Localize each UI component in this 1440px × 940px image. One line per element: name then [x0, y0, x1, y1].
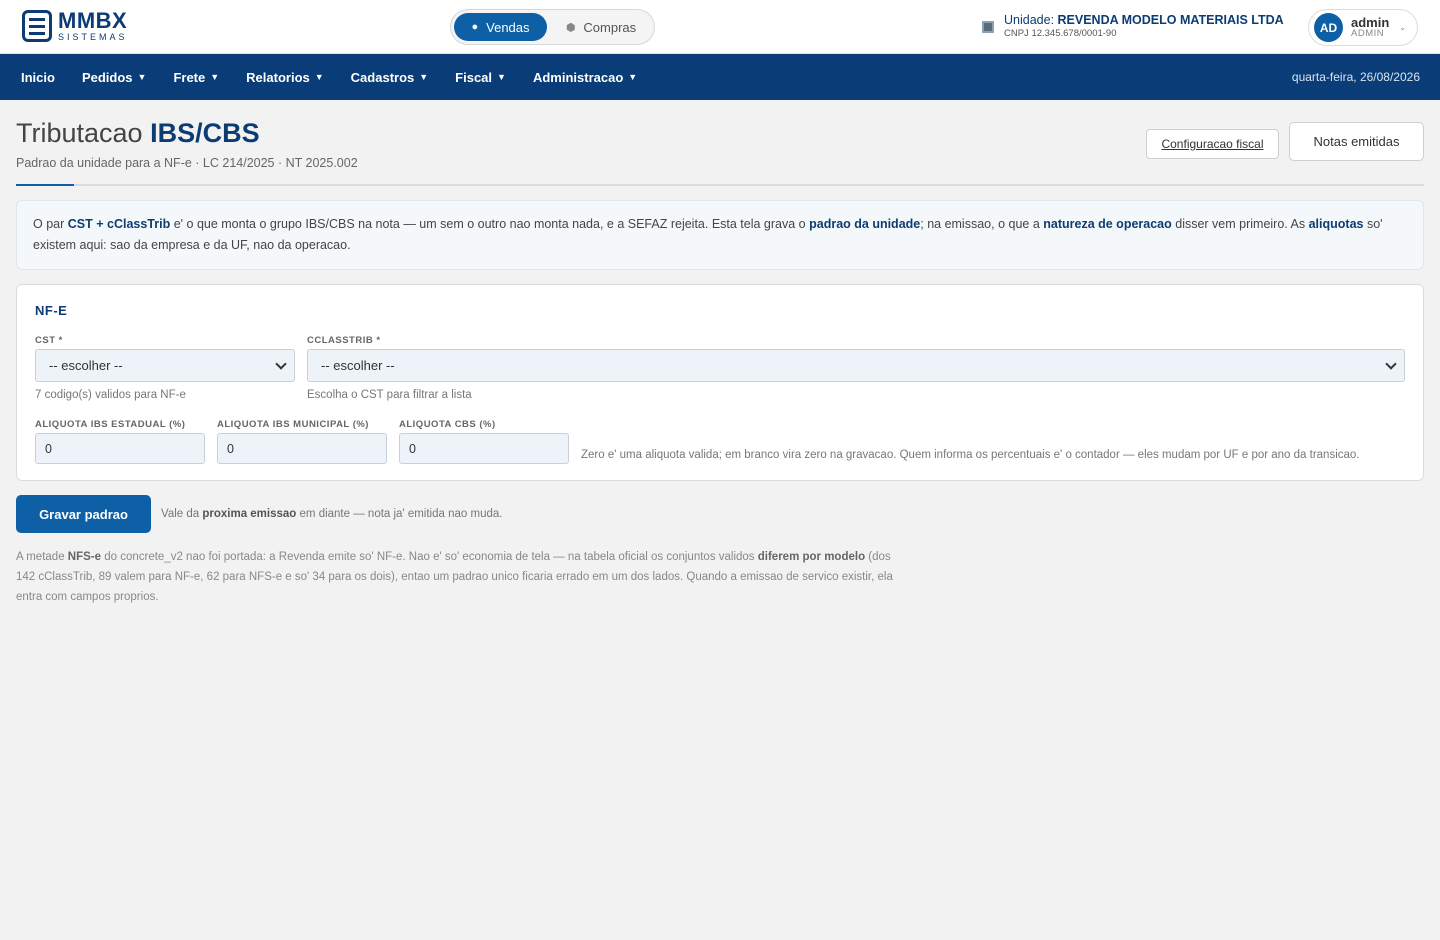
- mode-vendas-label: Vendas: [486, 19, 530, 35]
- brand-sub: SISTEMAS: [58, 32, 128, 42]
- ibs-municipal-input[interactable]: 0: [217, 433, 387, 464]
- brand-logo[interactable]: MMBX SISTEMAS: [22, 10, 128, 42]
- unit-cnpj: CNPJ 12.345.678/0001-90: [1004, 28, 1117, 39]
- mode-compras-button[interactable]: ⬢ Compras: [551, 13, 651, 41]
- info-box: O par CST + cClassTrib e' o que monta o …: [16, 200, 1424, 270]
- save-button[interactable]: Gravar padrao: [16, 495, 151, 533]
- caret-down-icon: ▼: [210, 72, 220, 82]
- chevron-down-icon: [1385, 358, 1397, 370]
- caret-down-icon: ▼: [497, 72, 506, 82]
- building-icon: [982, 21, 994, 33]
- page-content: Tributacao IBS/CBS Padrao da unidade par…: [0, 100, 1440, 607]
- cst-hint: 7 codigo(s) validos para NF-e: [35, 389, 186, 401]
- ibs-estadual-label: ALIQUOTA IBS ESTADUAL (%): [35, 419, 186, 430]
- mode-switch: ● Vendas ⬢ Compras: [450, 9, 655, 45]
- notas-emitidas-button[interactable]: Notas emitidas: [1289, 122, 1424, 161]
- unit-prefix: Unidade:: [1004, 13, 1058, 27]
- config-fiscal-button[interactable]: Configuracao fiscal: [1146, 129, 1279, 159]
- top-header: MMBX SISTEMAS ● Vendas ⬢ Compras Unidade…: [0, 0, 1440, 54]
- nav-item-inicio[interactable]: Inicio: [21, 70, 55, 85]
- ibs-estadual-input[interactable]: 0: [35, 433, 205, 464]
- nav-item-relatorios[interactable]: Relatorios ▼: [246, 70, 324, 85]
- unit-info: Unidade: REVENDA MODELO MATERIAIS LTDA C…: [982, 13, 1284, 39]
- cclasstrib-select[interactable]: -- escolher --: [307, 349, 1405, 382]
- page-subtitle: Padrao da unidade para a NF-e · LC 214/2…: [16, 156, 358, 170]
- box-icon: ⬢: [565, 21, 576, 34]
- ibs-municipal-label: ALIQUOTA IBS MUNICIPAL (%): [217, 419, 369, 430]
- caret-down-icon: ▼: [137, 72, 147, 82]
- cclasstrib-hint: Escolha o CST para filtrar a lista: [307, 389, 472, 401]
- page-header: Tributacao IBS/CBS Padrao da unidade par…: [16, 100, 1424, 186]
- logo-icon: [22, 10, 52, 42]
- caret-down-icon: ▼: [314, 72, 324, 82]
- cst-label: CST *: [35, 335, 63, 346]
- user-role: ADMIN: [1351, 28, 1385, 40]
- nav-item-administracao[interactable]: Administracao ▼: [533, 70, 637, 85]
- aliquota-hint: Zero e' uma aliquota valida; em branco v…: [581, 449, 1360, 461]
- save-note: Vale da proxima emissao em diante — nota…: [161, 508, 503, 520]
- nav-item-pedidos[interactable]: Pedidos ▼: [82, 70, 147, 85]
- unit-name: REVENDA MODELO MATERIAIS LTDA: [1057, 13, 1284, 27]
- nav-item-frete[interactable]: Frete ▼: [173, 70, 219, 85]
- brand-name: MMBX: [58, 8, 128, 33]
- cst-select[interactable]: -- escolher --: [35, 349, 295, 382]
- nfe-card: NF-E CST * -- escolher -- 7 codigo(s) va…: [16, 284, 1424, 481]
- actions-row: Gravar padrao Vale da proxima emissao em…: [16, 495, 1424, 547]
- mode-vendas-button[interactable]: ● Vendas: [454, 13, 547, 41]
- page-title: Tributacao IBS/CBS: [16, 118, 260, 148]
- user-name: admin: [1351, 14, 1390, 30]
- chevron-down-icon: ⌄: [1399, 23, 1406, 32]
- footer-note: A metade NFS-e do concrete_v2 nao foi po…: [16, 551, 893, 603]
- chevron-down-icon: [275, 358, 287, 370]
- main-nav: Inicio Pedidos ▼ Frete ▼ Relatorios ▼ Cadas…: [0, 54, 1440, 100]
- section-title: NF-E: [35, 303, 68, 318]
- nav-item-cadastros[interactable]: Cadastros ▼: [351, 70, 429, 85]
- mode-compras-label: Compras: [583, 19, 637, 35]
- avatar: AD: [1314, 13, 1343, 42]
- cbs-input[interactable]: 0: [399, 433, 569, 464]
- cclasstrib-label: CCLASSTRIB *: [307, 335, 381, 346]
- caret-down-icon: ▼: [628, 72, 638, 82]
- caret-down-icon: ▼: [419, 72, 429, 82]
- user-menu[interactable]: AD admin ADMIN ⌄: [1308, 9, 1418, 46]
- cart-icon: ●: [471, 21, 479, 33]
- cbs-label: ALIQUOTA CBS (%): [399, 419, 496, 430]
- nav-item-fiscal[interactable]: Fiscal ▼: [455, 70, 506, 85]
- nav-date: quarta-feira, 26/08/2026: [1291, 70, 1420, 84]
